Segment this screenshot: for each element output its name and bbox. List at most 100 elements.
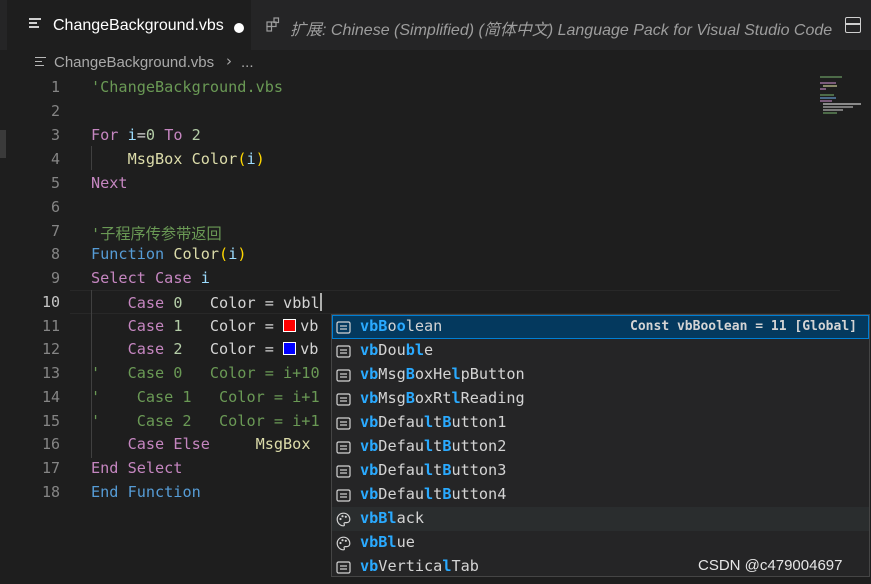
suggest-label: vbDefaultButton4 — [360, 485, 507, 503]
color-palette-icon — [336, 536, 351, 551]
kw-select: Select — [127, 459, 183, 477]
unsaved-dot-icon[interactable] — [234, 23, 244, 33]
suggest-item[interactable]: vbBoolean Const vbBoolean = 11 [Global] — [332, 315, 869, 339]
color-swatch-red[interactable] — [283, 319, 297, 332]
color-swatch-blue[interactable] — [283, 342, 297, 355]
line-number: 4 — [50, 150, 60, 168]
suggest-item[interactable]: vbMsgBoxHelpButton — [332, 363, 869, 387]
suggest-label: vbMsgBoxHelpButton — [360, 365, 525, 383]
op-eq: = — [136, 126, 146, 144]
suggest-item[interactable]: vbMsgBoxRtlReading — [332, 387, 869, 411]
num-2: 2 — [191, 126, 201, 144]
suggest-label: vbBoolean — [360, 317, 443, 335]
line-number-active: 10 — [41, 293, 60, 311]
line-number: 6 — [50, 198, 60, 216]
var-i: i — [127, 126, 137, 144]
line-number: 12 — [41, 340, 60, 358]
tab-changebackground[interactable]: ChangeBackground.vbs — [7, 0, 251, 50]
line-number: 11 — [41, 317, 60, 335]
code-line-5: Next — [91, 174, 128, 192]
fn-color: Color — [191, 150, 238, 168]
kw-next: Next — [91, 174, 128, 192]
kw-case: Case — [127, 317, 165, 335]
kw-to: To — [164, 126, 183, 144]
line-number: 8 — [50, 245, 60, 263]
constant-icon — [336, 441, 351, 454]
breadcrumb-file[interactable]: ChangeBackground.vbs — [54, 54, 214, 71]
suggest-label: vbDefaultButton1 — [360, 413, 507, 431]
assign-tail: vb — [300, 340, 319, 358]
suggest-item[interactable]: vbDefaultButton1 — [332, 411, 869, 435]
minimap[interactable] — [818, 76, 863, 116]
fn-color: Color — [173, 245, 220, 263]
code-line-11: Case 1 Color = vb — [91, 317, 319, 335]
line-number: 13 — [41, 364, 60, 382]
assign-text: Color = vbbl — [209, 294, 320, 312]
suggest-detail: Const vbBoolean = 11 [Global] — [630, 319, 857, 334]
suggest-item[interactable]: vbDouble — [332, 339, 869, 363]
constant-icon — [336, 465, 351, 478]
kw-end: End — [91, 459, 119, 477]
code-line-14: ' Case 1 Color = i+1 — [91, 388, 320, 406]
extensions-icon — [266, 17, 280, 32]
color-palette-icon — [336, 512, 351, 527]
code-line-8: Function Color(i) — [91, 245, 247, 263]
line-number: 3 — [50, 126, 60, 144]
code-line-4: MsgBox Color(i) — [127, 150, 265, 168]
line-number: 18 — [41, 483, 60, 501]
suggest-label: vbBlue — [360, 533, 415, 551]
fn-msgbox: MsgBox — [127, 150, 183, 168]
code-line-9: Select Case i — [91, 269, 210, 287]
constant-icon — [336, 417, 351, 430]
suggest-item[interactable]: vbDefaultButton2 — [332, 435, 869, 459]
code-line-7: '子程序传参带返回 — [91, 225, 222, 243]
breadcrumb-more[interactable]: ... — [241, 54, 254, 71]
code-line-1: 'ChangeBackground.vbs — [91, 78, 284, 96]
sash-marker — [0, 130, 6, 158]
tab-bar: ChangeBackground.vbs 扩展: Chinese (Simpli… — [0, 0, 871, 50]
suggest-label: vbDefaultButton2 — [360, 437, 507, 455]
line-number: 15 — [41, 412, 60, 430]
suggest-item[interactable]: vbDefaultButton3 — [332, 459, 869, 483]
suggest-item[interactable]: vbDefaultButton4 — [332, 483, 869, 507]
lines-file-icon — [29, 18, 41, 30]
tab-label: 扩展: Chinese (Simplified) (简体中文) Language… — [290, 22, 833, 39]
arg-i: i — [228, 245, 238, 263]
watermark: CSDN @c479004697 — [698, 557, 843, 574]
arg-i: i — [246, 150, 256, 168]
breadcrumb: ChangeBackground.vbs › ... — [0, 50, 871, 76]
assign-text: Color = — [209, 340, 274, 358]
kw-else: Else — [173, 435, 210, 453]
code-line-17: End Select — [91, 459, 182, 477]
kw-case: Case — [155, 269, 192, 287]
line-number: 9 — [50, 269, 60, 287]
line-number: 1 — [50, 78, 60, 96]
line-number: 7 — [50, 222, 60, 240]
lines-file-icon — [35, 57, 46, 68]
kw-function: Function — [91, 245, 165, 263]
code-line-13: ' Case 0 Color = i+10 — [91, 364, 320, 382]
constant-icon — [336, 393, 351, 406]
kw-case: Case — [127, 435, 165, 453]
constant-icon — [336, 489, 351, 502]
chevron-right-icon: › — [226, 52, 232, 70]
constant-icon — [336, 345, 351, 358]
split-editor-icon[interactable] — [845, 17, 861, 33]
tab-extension-language-pack[interactable]: 扩展: Chinese (Simplified) (简体中文) Language… — [251, 0, 833, 50]
num-0: 0 — [145, 126, 156, 144]
suggest-item[interactable]: vbBlack — [332, 507, 869, 531]
suggest-label: vbBlack — [360, 509, 425, 527]
code-line-3: For i=0 To 2 — [91, 126, 201, 144]
code-line-12: Case 2 Color = vb — [91, 340, 319, 358]
suggest-label: vbDefaultButton3 — [360, 461, 507, 479]
kw-function: Function — [127, 483, 201, 501]
assign-text: Color = — [209, 317, 274, 335]
kw-case: Case — [127, 340, 165, 358]
line-number: 2 — [50, 102, 60, 120]
suggest-item[interactable]: vbBlue — [332, 531, 869, 555]
num: 0 — [173, 294, 183, 312]
suggest-label: vbVerticalTab — [360, 557, 479, 575]
line-number: 16 — [41, 435, 60, 453]
line-number: 14 — [41, 388, 60, 406]
suggest-widget: vbBoolean Const vbBoolean = 11 [Global] … — [331, 314, 870, 577]
